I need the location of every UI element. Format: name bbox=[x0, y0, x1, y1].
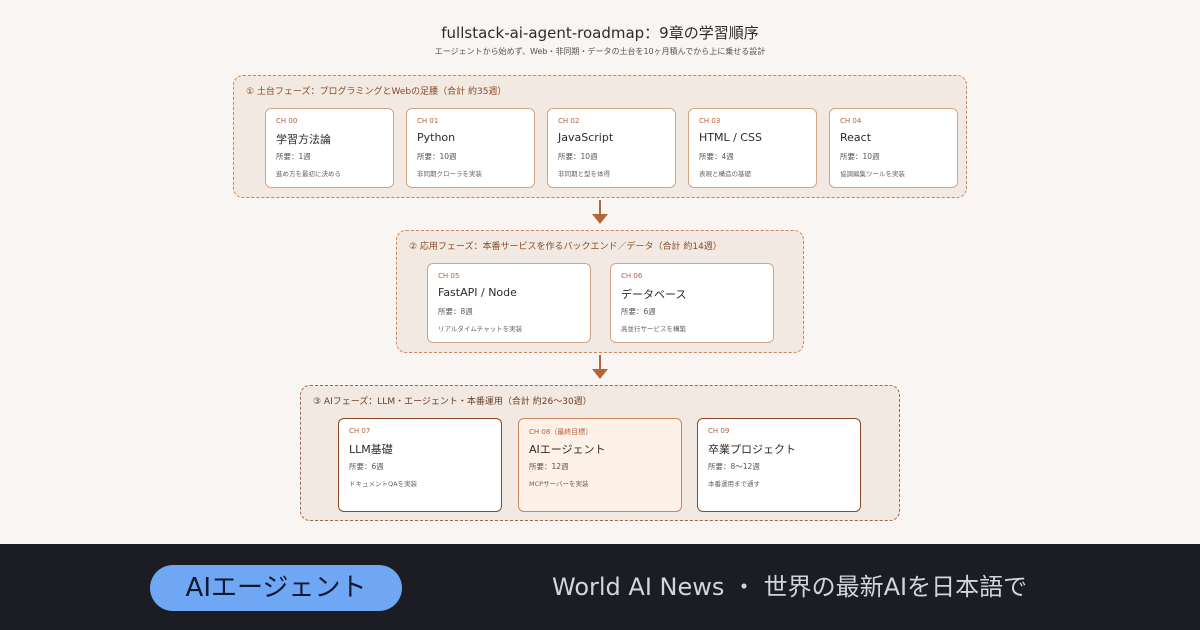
chapter-description: 非同期と型を体得 bbox=[558, 170, 610, 178]
flow-arrow-down bbox=[592, 355, 608, 381]
chapter-number: CH 06 bbox=[621, 272, 643, 280]
chapter-description: 本番運用まで通す bbox=[708, 480, 760, 488]
chapter-card-02[interactable]: CH 02 JavaScript 所要：10週 非同期と型を体得 bbox=[547, 108, 676, 188]
chapter-number: CH 00 bbox=[276, 117, 298, 125]
chapter-card-03[interactable]: CH 03 HTML / CSS 所要：4週 表現と構造の基礎 bbox=[688, 108, 817, 188]
chapter-duration: 所要：6週 bbox=[349, 462, 384, 471]
chapter-number: CH 02 bbox=[558, 117, 580, 125]
chapter-number: CH 05 bbox=[438, 272, 460, 280]
chapter-description: 進め方を最初に決める bbox=[276, 170, 341, 178]
chapter-name: JavaScript bbox=[558, 131, 614, 144]
chapter-name: Python bbox=[417, 131, 456, 144]
phase-ai: ③ AIフェーズ：LLM・エージェント・本番運用（合計 約26〜30週） CH … bbox=[300, 385, 900, 521]
chapter-duration: 所要：10週 bbox=[840, 152, 880, 161]
chapter-duration: 所要：10週 bbox=[417, 152, 457, 161]
chapter-duration: 所要：8〜12週 bbox=[708, 462, 760, 471]
chapter-duration: 所要：6週 bbox=[621, 307, 656, 316]
chapter-name: 学習方法論 bbox=[276, 133, 331, 146]
chapter-number: CH 08（最終目標） bbox=[529, 428, 593, 436]
chapter-card-09[interactable]: CH 09 卒業プロジェクト 所要：8〜12週 本番運用まで通す bbox=[697, 418, 861, 512]
chapter-number: CH 01 bbox=[417, 117, 439, 125]
chapter-description: 非同期クローラを実装 bbox=[417, 170, 482, 178]
chapter-duration: 所要：10週 bbox=[558, 152, 598, 161]
page-subtitle: エージェントから始めず、Web・非同期・データの土台を10ヶ月積んでから上に乗せ… bbox=[434, 47, 766, 56]
chapter-card-01[interactable]: CH 01 Python 所要：10週 非同期クローラを実装 bbox=[406, 108, 535, 188]
chapter-card-06[interactable]: CH 06 データベース 所要：6週 高並行サービスを構築 bbox=[610, 263, 774, 343]
footer-bar: AIエージェント World AI News ・ 世界の最新AIを日本語で bbox=[0, 544, 1200, 630]
chapter-name: データベース bbox=[621, 288, 687, 301]
chapter-name: LLM基礎 bbox=[349, 443, 393, 456]
chapter-description: 高並行サービスを構築 bbox=[621, 325, 686, 333]
chapter-name: React bbox=[840, 131, 872, 144]
chapter-number: CH 04 bbox=[840, 117, 862, 125]
phase-label: ③ AIフェーズ：LLM・エージェント・本番運用（合計 約26〜30週） bbox=[313, 397, 592, 407]
page-title: fullstack-ai-agent-roadmap：9章の学習順序 bbox=[441, 24, 759, 42]
chapter-name: FastAPI / Node bbox=[438, 286, 517, 299]
site-tagline: World AI News ・ 世界の最新AIを日本語で bbox=[552, 573, 1028, 601]
chapter-card-00[interactable]: CH 00 学習方法論 所要：1週 進め方を最初に決める bbox=[265, 108, 394, 188]
chapter-card-08-goal[interactable]: CH 08（最終目標） AIエージェント 所要：12週 MCPサーバーを実装 bbox=[518, 418, 682, 512]
chapter-card-04[interactable]: CH 04 React 所要：10週 協調編集ツールを実装 bbox=[829, 108, 958, 188]
chapter-number: CH 09 bbox=[708, 427, 730, 435]
phase-foundation: ① 土台フェーズ：プログラミングとWebの足腰（合計 約35週） CH 00 学… bbox=[233, 75, 967, 198]
chapter-name: AIエージェント bbox=[529, 443, 606, 456]
chapter-card-05[interactable]: CH 05 FastAPI / Node 所要：8週 リアルタイムチャットを実装 bbox=[427, 263, 591, 343]
chapter-duration: 所要：8週 bbox=[438, 307, 473, 316]
chapter-card-07[interactable]: CH 07 LLM基礎 所要：6週 ドキュメントQAを実装 bbox=[338, 418, 502, 512]
phase-label: ② 応用フェーズ：本番サービスを作るバックエンド／データ（合計 約14週） bbox=[409, 242, 722, 252]
chapter-name: 卒業プロジェクト bbox=[708, 443, 796, 456]
phase-label: ① 土台フェーズ：プログラミングとWebの足腰（合計 約35週） bbox=[246, 87, 507, 97]
chapter-description: 協調編集ツールを実装 bbox=[840, 170, 905, 178]
chapter-description: リアルタイムチャットを実装 bbox=[438, 325, 523, 333]
chapter-name: HTML / CSS bbox=[699, 131, 762, 144]
chapter-description: 表現と構造の基礎 bbox=[699, 170, 751, 178]
chapter-duration: 所要：4週 bbox=[699, 152, 734, 161]
chapter-description: MCPサーバーを実装 bbox=[529, 480, 589, 488]
chapter-duration: 所要：1週 bbox=[276, 152, 311, 161]
chapter-number: CH 07 bbox=[349, 427, 371, 435]
chapter-description: ドキュメントQAを実装 bbox=[349, 480, 418, 488]
category-badge[interactable]: AIエージェント bbox=[150, 565, 402, 611]
phase-application: ② 応用フェーズ：本番サービスを作るバックエンド／データ（合計 約14週） CH… bbox=[396, 230, 804, 353]
flow-arrow-down bbox=[592, 200, 608, 226]
chapter-duration: 所要：12週 bbox=[529, 462, 569, 471]
chapter-number: CH 03 bbox=[699, 117, 721, 125]
